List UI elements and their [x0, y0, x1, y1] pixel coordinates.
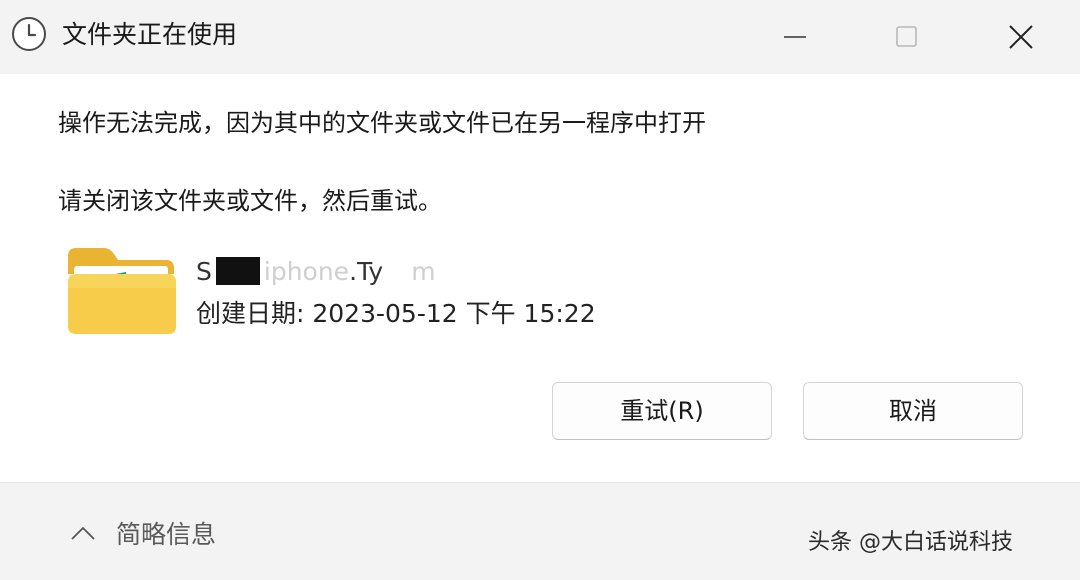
- file-created-date: 创建日期: 2023-05-12 下午 15:22: [196, 299, 596, 328]
- instruction-message: 请关闭该文件夹或文件，然后重试。: [58, 187, 442, 215]
- dialog-content: 操作无法完成，因为其中的文件夹或文件已在另一程序中打开 请关闭该文件夹或文件，然…: [0, 74, 1080, 482]
- file-name: Siphone.Ty m: [196, 254, 436, 290]
- title-bar[interactable]: 文件夹正在使用: [0, 0, 1080, 74]
- chevron-up-icon[interactable]: [70, 525, 96, 541]
- retry-button[interactable]: 重试(R): [552, 382, 772, 440]
- minimize-button[interactable]: [740, 0, 850, 74]
- maximize-icon: [896, 26, 917, 47]
- file-name-middle: iphone: [263, 257, 350, 286]
- file-name-suffix: .Ty: [349, 257, 384, 286]
- close-button[interactable]: [966, 0, 1076, 74]
- redaction-block: [215, 257, 260, 285]
- file-name-tail: m: [411, 257, 436, 286]
- cancel-button[interactable]: 取消: [803, 382, 1023, 440]
- error-message: 操作无法完成，因为其中的文件夹或文件已在另一程序中打开: [58, 109, 706, 137]
- fewer-details-toggle[interactable]: 简略信息: [116, 517, 216, 553]
- close-icon: [1009, 25, 1033, 49]
- maximize-button[interactable]: [852, 0, 962, 74]
- dialog-window: 文件夹正在使用 操作无法完成，因为其中的文件夹或文件已在另一程序中打开 请关闭该…: [0, 0, 1080, 580]
- watermark: 头条 @大白话说科技: [808, 530, 1013, 555]
- file-name-prefix: S: [196, 257, 212, 286]
- clock-icon: [12, 17, 46, 51]
- dialog-footer: 简略信息 头条 @大白话说科技: [0, 482, 1080, 580]
- minimize-icon: [784, 36, 806, 38]
- folder-icon: [68, 248, 176, 334]
- window-title: 文件夹正在使用: [62, 20, 238, 49]
